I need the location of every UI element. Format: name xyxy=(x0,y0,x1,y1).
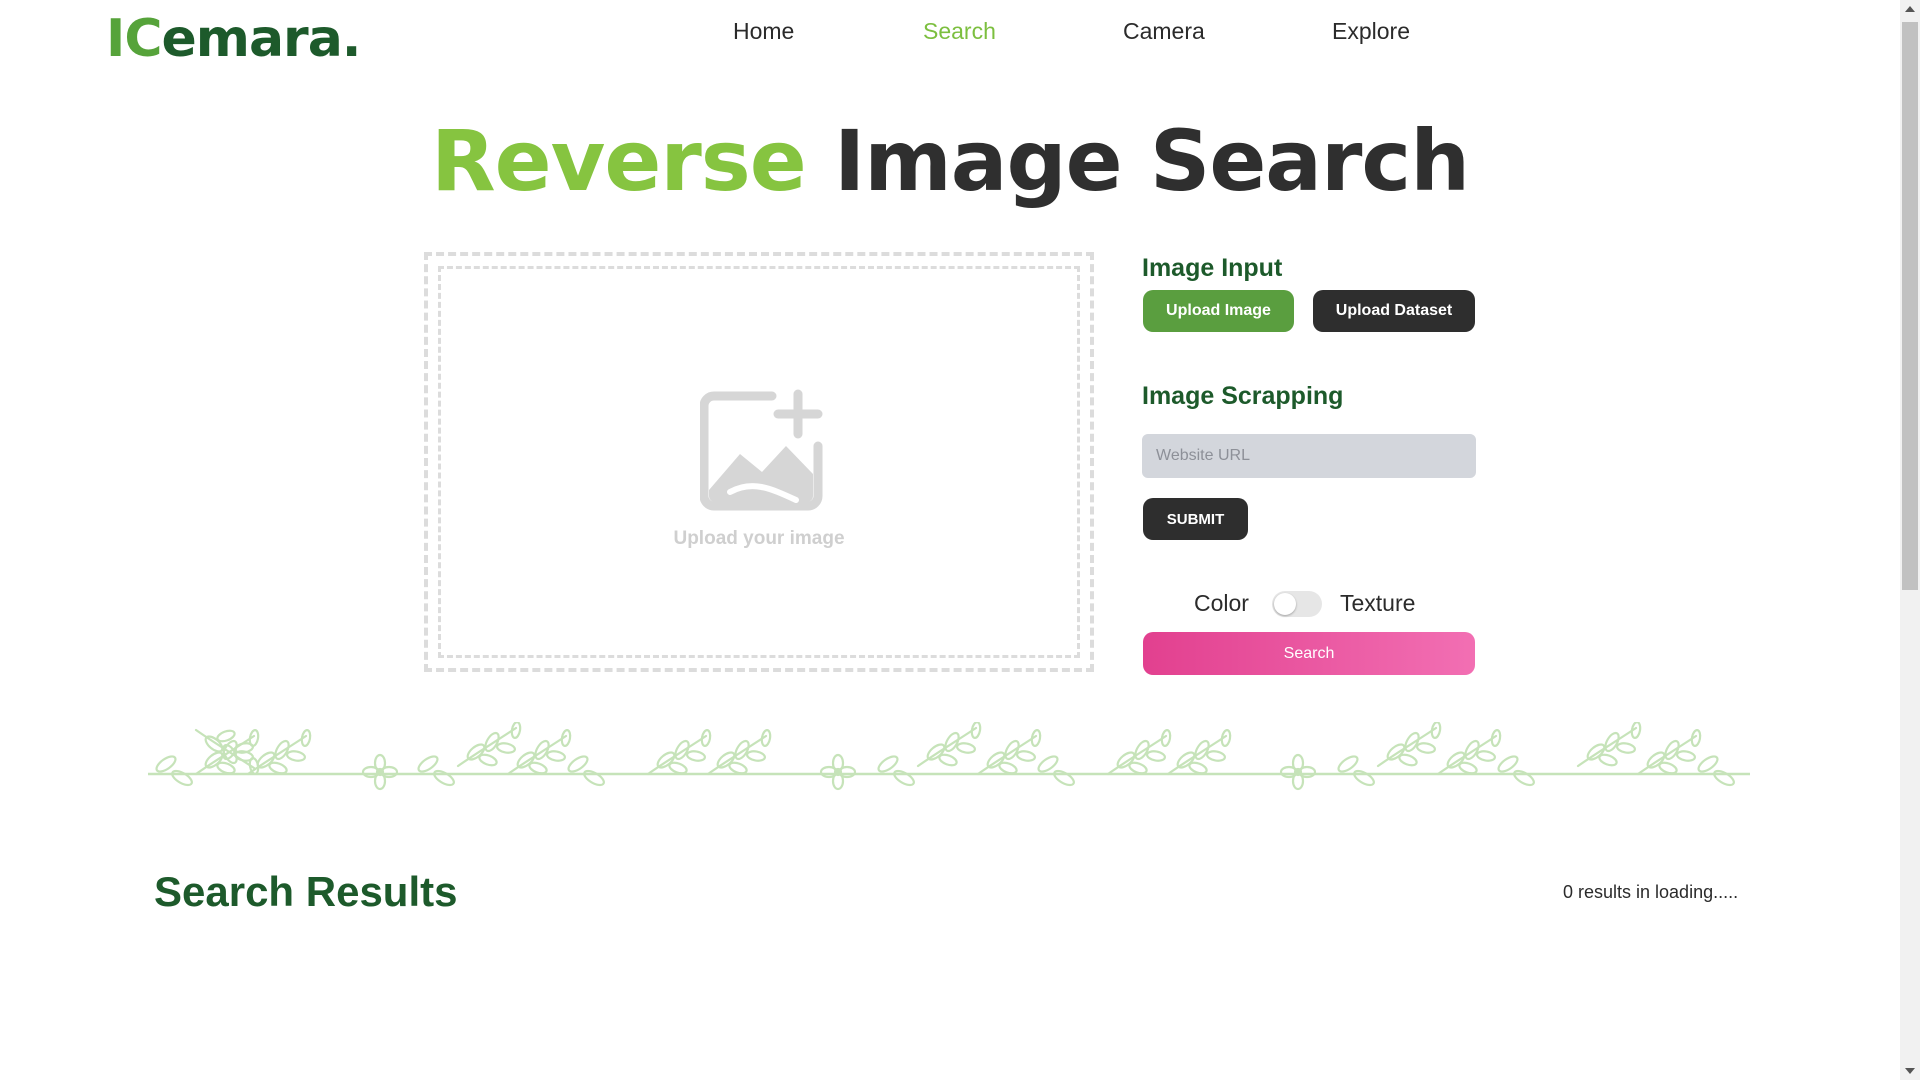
nav-item-home[interactable]: Home xyxy=(733,18,794,45)
toggle-label-color: Color xyxy=(1194,590,1249,616)
main-nav: Home Search Camera Explore xyxy=(0,18,1900,52)
color-texture-toggle[interactable] xyxy=(1272,591,1322,617)
results-status: 0 results in loading..... xyxy=(1563,882,1739,902)
scroll-up-icon[interactable] xyxy=(1905,6,1915,12)
search-button[interactable]: Search xyxy=(1143,632,1475,675)
upload-dataset-button[interactable]: Upload Dataset xyxy=(1313,290,1475,332)
image-dropzone[interactable]: Upload your image xyxy=(424,252,1094,672)
submit-button[interactable]: SUBMIT xyxy=(1143,498,1248,540)
page-title-rest: Image Search xyxy=(805,112,1470,210)
image-input-title: Image Input xyxy=(1142,254,1283,282)
image-add-icon xyxy=(700,389,823,511)
vine-divider xyxy=(148,722,1750,791)
toggle-label-texture: Texture xyxy=(1340,590,1416,616)
scroll-down-icon[interactable] xyxy=(1905,1068,1915,1074)
search-results-title: Search Results xyxy=(154,868,458,915)
scrollbar-thumb[interactable] xyxy=(1902,22,1918,590)
nav-item-explore[interactable]: Explore xyxy=(1332,18,1410,45)
nav-item-camera[interactable]: Camera xyxy=(1123,18,1205,45)
toggle-knob xyxy=(1274,593,1296,615)
page-title: Reverse Image Search xyxy=(0,112,1900,210)
mode-toggle-row: Color Texture xyxy=(1142,590,1476,620)
website-url-input[interactable] xyxy=(1142,434,1476,478)
upload-image-button[interactable]: Upload Image xyxy=(1143,290,1294,332)
page-title-accent: Reverse xyxy=(430,112,807,210)
page: IC emara. Home Search Camera Explore Reve… xyxy=(0,0,1900,1080)
nav-item-search[interactable]: Search xyxy=(923,18,996,45)
vertical-scrollbar[interactable] xyxy=(1900,0,1920,1080)
image-scrapping-title: Image Scrapping xyxy=(1142,382,1344,410)
dropzone-label: Upload your image xyxy=(673,528,845,549)
